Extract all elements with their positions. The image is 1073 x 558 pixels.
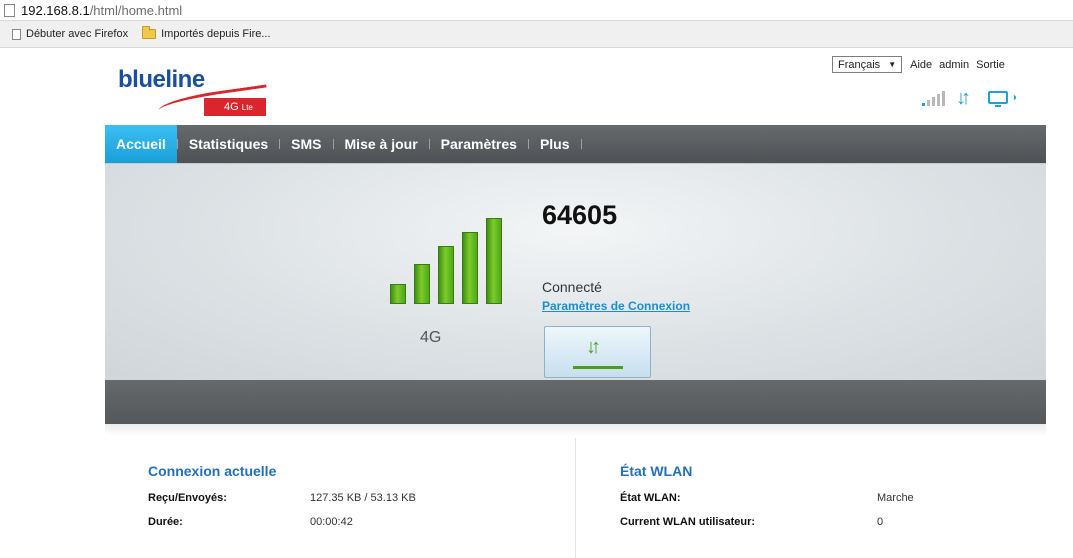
logo-badge: 4G Lte — [204, 98, 266, 116]
main-nav: Accueil Statistiques SMS Mise à jour Par… — [105, 125, 1046, 163]
bookmark-imported-folder[interactable]: Importés depuis Fire... — [142, 26, 271, 40]
received-sent-value: 127.35 KB / 53.13 KB — [310, 492, 416, 504]
tab-parametres[interactable]: Paramètres — [430, 125, 528, 163]
signal-bar — [462, 232, 478, 304]
up-down-arrows-icon: ↓↑ — [956, 87, 971, 109]
tab-plus[interactable]: Plus — [529, 125, 581, 163]
duration-label: Durée: — [148, 516, 183, 528]
signal-mini-bar — [942, 91, 945, 106]
header-links: Français ▼ Aide admin Sortie — [832, 56, 1005, 73]
bookmark-label: Importés depuis Fire... — [161, 28, 271, 40]
address-bar[interactable]: 192.168.8.1/html/home.html — [0, 0, 1073, 20]
help-link[interactable]: Aide — [910, 59, 932, 71]
signal-bar — [438, 246, 454, 304]
connect-arrows-icon: ↓↑ — [586, 336, 601, 358]
blueline-logo[interactable]: blueline 4G Lte — [118, 66, 269, 118]
signal-bars-icon — [390, 214, 510, 304]
duration-value: 00:00:42 — [310, 516, 353, 528]
status-icons: ↓↑ — [922, 87, 1022, 109]
tab-accueil[interactable]: Accueil — [105, 125, 177, 163]
signal-strength-icon — [922, 90, 948, 106]
current-connection-title: Connexion actuelle — [148, 463, 277, 479]
wlan-state-label: État WLAN: — [620, 492, 681, 504]
tab-sms[interactable]: SMS — [280, 125, 332, 163]
connection-settings-link[interactable]: Paramètres de Connexion — [542, 299, 690, 313]
connect-line — [573, 366, 623, 369]
language-select[interactable]: Français ▼ — [832, 56, 903, 73]
wlan-users-label: Current WLAN utilisateur: — [620, 516, 756, 528]
wlan-state-value: Marche — [877, 492, 914, 504]
bookmark-label: Débuter avec Firefox — [26, 28, 129, 40]
url-host: 192.168.8.1 — [21, 2, 90, 18]
signal-mini-bar — [922, 103, 925, 106]
signal-mini-bar — [927, 100, 930, 106]
logout-link[interactable]: Sortie — [976, 59, 1005, 71]
signal-bar — [486, 218, 502, 304]
signal-bar — [390, 284, 406, 304]
logo-badge-suffix: Lte — [241, 103, 253, 112]
bookmarks-bar: Débuter avec Firefox Importés depuis Fir… — [0, 20, 1073, 48]
nav-separator — [580, 139, 582, 149]
tab-mise-a-jour[interactable]: Mise à jour — [334, 125, 429, 163]
connection-panel-footer — [105, 380, 1046, 424]
admin-link[interactable]: admin — [939, 59, 969, 71]
signal-mini-bar — [932, 97, 935, 106]
wlan-users-value: 0 — [877, 516, 884, 528]
router-page: blueline 4G Lte Français ▼ Aide admin So… — [0, 48, 1073, 558]
url-path: /html/home.html — [89, 2, 183, 18]
bookmark-firefox[interactable]: Débuter avec Firefox — [12, 28, 128, 40]
page-icon — [4, 3, 15, 17]
connect-toggle-button[interactable]: ↓↑ — [544, 326, 651, 378]
dropdown-arrow-icon: ▼ — [888, 60, 897, 69]
language-value: Français — [838, 58, 881, 71]
monitor-icon — [988, 91, 1016, 107]
network-type: 4G — [420, 329, 442, 346]
signal-bar — [414, 264, 430, 304]
wlan-status-title: État WLAN — [620, 463, 693, 479]
tab-statistiques[interactable]: Statistiques — [178, 125, 279, 163]
folder-icon — [142, 26, 157, 39]
operator-name: 64605 — [542, 200, 618, 230]
column-divider — [575, 438, 576, 558]
logo-badge-text: 4G — [224, 101, 239, 113]
logo-text: blueline — [118, 66, 205, 93]
received-sent-label: Reçu/Envoyés: — [148, 492, 227, 504]
connection-status: Connecté — [542, 279, 602, 295]
panel-shadow — [105, 424, 1046, 436]
signal-mini-bar — [937, 94, 940, 106]
bookmark-page-icon — [12, 28, 21, 40]
